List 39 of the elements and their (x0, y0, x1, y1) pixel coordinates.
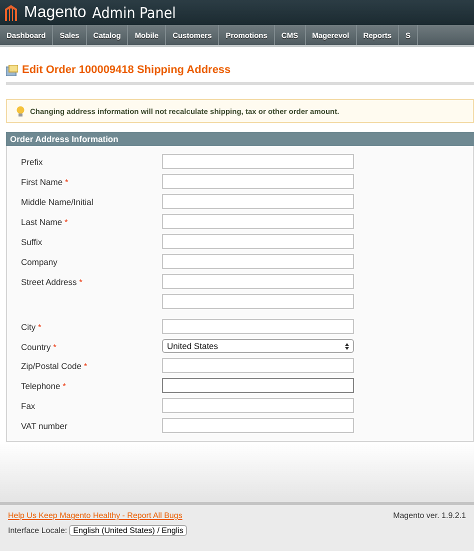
field-label: Zip/Postal Code * (21, 360, 88, 373)
logo-icon (4, 4, 18, 22)
field-label: Telephone * (21, 380, 67, 393)
text-input[interactable] (162, 174, 354, 189)
field-label: Middle Name/Initial (21, 196, 94, 209)
field-label: VAT number (21, 420, 68, 433)
field-label: Company (21, 256, 58, 269)
field-label: Last Name * (21, 216, 69, 229)
text-input[interactable] (162, 234, 354, 249)
field-label: First Name * (21, 176, 70, 189)
text-input[interactable] (162, 294, 354, 309)
text-input[interactable] (162, 418, 354, 433)
field-label: Country * (21, 341, 58, 353)
field-label: City * (21, 321, 42, 334)
text-input[interactable] (162, 274, 354, 289)
text-input[interactable] (162, 254, 354, 269)
lightbulb-icon (16, 106, 25, 116)
logo-text: Magento (24, 4, 86, 22)
section-header: Order Address Information (6, 132, 474, 146)
report-bugs-link[interactable]: Help Us Keep Magento Healthy - Report All Bugs (8, 511, 182, 520)
text-input[interactable] (162, 398, 354, 413)
field-label: Fax (21, 400, 36, 413)
text-input[interactable] (162, 319, 354, 334)
field-label: Street Address * (21, 276, 84, 289)
text-input[interactable] (162, 378, 354, 393)
locale-select[interactable]: English (United States) / Englis (69, 525, 188, 536)
version-text: Magento ver. 1.9.2.1 (393, 511, 466, 520)
edit-document-icon (6, 64, 18, 76)
text-input[interactable] (162, 214, 354, 229)
locale-label: Interface Locale: (8, 526, 68, 535)
country-select[interactable]: United States (162, 339, 354, 353)
select-arrows-icon (345, 342, 349, 350)
header-title: Admin Panel (92, 4, 176, 22)
text-input[interactable] (162, 358, 354, 373)
page-title: Edit Order 100009418 Shipping Address (22, 64, 231, 76)
field-label: Suffix (21, 236, 44, 249)
field-label: Prefix (21, 156, 44, 169)
text-input[interactable] (162, 154, 354, 169)
text-input[interactable] (162, 194, 354, 209)
